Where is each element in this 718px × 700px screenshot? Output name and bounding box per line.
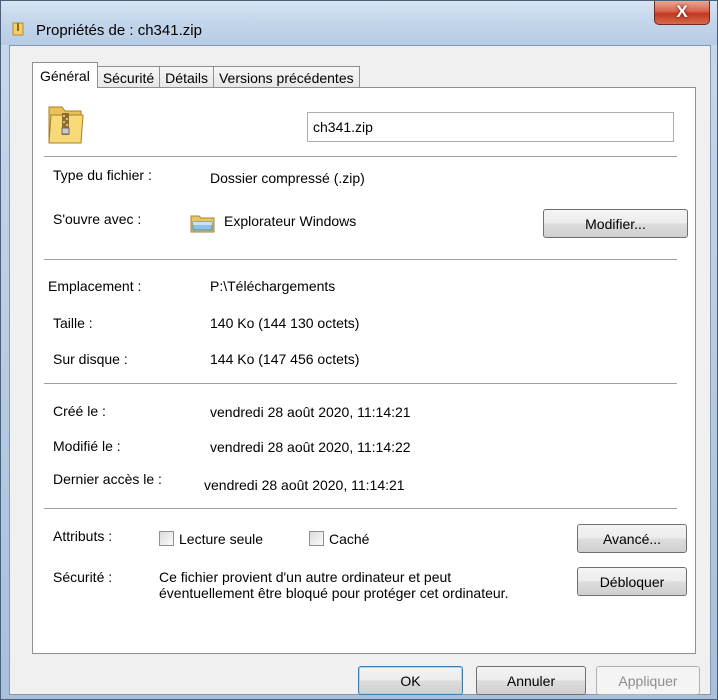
modified-value: vendredi 28 août 2020, 11:14:22 bbox=[210, 439, 411, 455]
advanced-button-label: Avancé... bbox=[602, 530, 662, 547]
windows-explorer-icon bbox=[190, 215, 215, 233]
security-label: Sécurité : bbox=[53, 569, 113, 585]
apply-button-label: Appliquer bbox=[618, 672, 678, 689]
advanced-button[interactable]: Avancé... bbox=[577, 524, 687, 553]
tab-label: Détails bbox=[165, 69, 208, 86]
separator bbox=[44, 156, 677, 157]
created-label: Créé le : bbox=[53, 403, 106, 419]
security-message-line2: éventuellement être bloqué pour protéger… bbox=[159, 585, 509, 601]
hidden-checkbox[interactable] bbox=[309, 531, 324, 546]
last-accessed-value: vendredi 28 août 2020, 11:14:21 bbox=[204, 477, 405, 493]
ok-button-label: OK bbox=[400, 672, 421, 689]
size-value: 140 Ko (144 130 octets) bbox=[210, 315, 360, 331]
created-value: vendredi 28 août 2020, 11:14:21 bbox=[210, 404, 411, 420]
readonly-label: Lecture seule bbox=[179, 531, 264, 547]
tab-label: Sécurité bbox=[102, 69, 155, 86]
ok-button[interactable]: OK bbox=[358, 666, 463, 695]
unblock-button[interactable]: Débloquer bbox=[577, 567, 687, 596]
tab-strip: Général Sécurité Détails Versions précéd… bbox=[32, 62, 360, 88]
tab-label: Général bbox=[40, 67, 90, 84]
size-label: Taille : bbox=[53, 315, 93, 331]
title-bar[interactable]: Propriétés de : ch341.zip X bbox=[1, 1, 717, 45]
last-accessed-label: Dernier accès le : bbox=[53, 471, 162, 487]
separator bbox=[44, 259, 677, 260]
unblock-button-label: Débloquer bbox=[599, 573, 665, 590]
readonly-checkbox[interactable] bbox=[159, 531, 174, 546]
tab-details[interactable]: Détails bbox=[159, 66, 214, 88]
window-title: Propriétés de : ch341.zip bbox=[36, 22, 202, 39]
type-value: Dossier compressé (.zip) bbox=[210, 170, 365, 186]
dialog-body: Général Sécurité Détails Versions précéd… bbox=[9, 45, 711, 695]
tab-label: Versions précédentes bbox=[218, 69, 354, 86]
hidden-label: Caché bbox=[329, 531, 370, 547]
tab-security[interactable]: Sécurité bbox=[96, 66, 161, 88]
cancel-button-label: Annuler bbox=[506, 672, 556, 689]
modified-label: Modifié le : bbox=[53, 438, 121, 454]
modify-button[interactable]: Modifier... bbox=[543, 209, 688, 238]
filename-input[interactable] bbox=[307, 112, 674, 142]
zip-folder-icon bbox=[48, 106, 84, 144]
close-icon: X bbox=[676, 1, 688, 21]
zip-folder-icon bbox=[12, 22, 24, 36]
type-label: Type du fichier : bbox=[53, 167, 152, 183]
close-button[interactable]: X bbox=[654, 1, 710, 25]
attributes-label: Attributs : bbox=[53, 528, 113, 544]
security-message-line1: Ce fichier provient d'un autre ordinateu… bbox=[159, 569, 452, 585]
separator bbox=[44, 508, 677, 509]
disk-size-label: Sur disque : bbox=[53, 351, 128, 367]
general-tab-page: Type du fichier : Dossier compressé (.zi… bbox=[32, 87, 696, 654]
separator bbox=[44, 383, 677, 384]
cancel-button[interactable]: Annuler bbox=[476, 666, 586, 695]
location-label: Emplacement : bbox=[48, 278, 142, 294]
disk-size-value: 144 Ko (147 456 octets) bbox=[210, 351, 360, 367]
tab-general[interactable]: Général bbox=[32, 62, 98, 88]
tab-previous-versions[interactable]: Versions précédentes bbox=[212, 66, 360, 88]
location-value: P:\Téléchargements bbox=[210, 278, 336, 294]
opens-with-label: S'ouvre avec : bbox=[53, 211, 142, 227]
modify-button-label: Modifier... bbox=[585, 215, 646, 232]
opens-with-value: Explorateur Windows bbox=[224, 213, 357, 229]
properties-window: Propriétés de : ch341.zip X Général Sécu… bbox=[0, 0, 718, 700]
apply-button[interactable]: Appliquer bbox=[596, 666, 700, 695]
